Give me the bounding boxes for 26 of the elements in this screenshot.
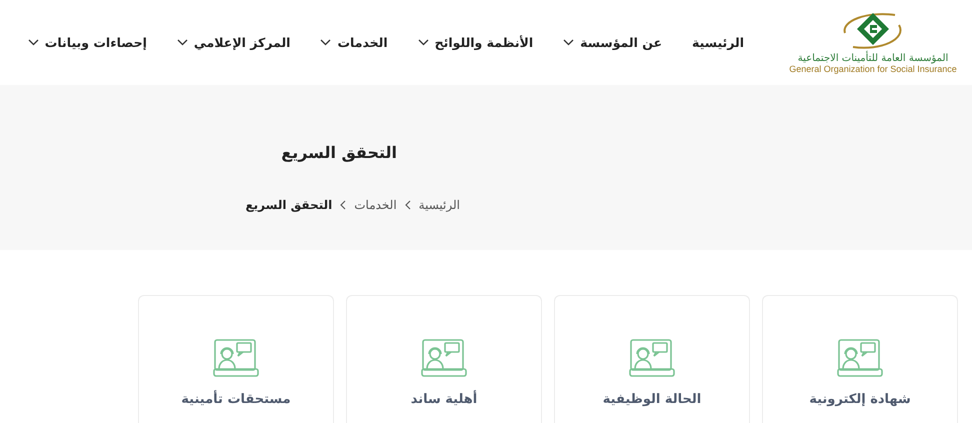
chevron-icon <box>404 200 411 210</box>
service-card[interactable]: شهادة إلكترونية <box>762 295 958 423</box>
nav-link[interactable]: المركز الإعلامي <box>176 35 290 50</box>
breadcrumb-link[interactable]: الرئيسية <box>418 198 460 212</box>
card-title: شهادة إلكترونية <box>809 392 911 407</box>
nav-link[interactable]: إحصاءات وبيانات <box>28 35 147 50</box>
service-card[interactable]: أهلية ساند <box>346 295 542 423</box>
logo-arabic-text: المؤسسة العامة للتأمينات الاجتماعية <box>798 53 948 64</box>
breadcrumb-link[interactable]: الخدمات <box>354 198 397 212</box>
logo-english-text: General Organization for Social Insurance <box>789 64 957 74</box>
nav-link[interactable]: الرئيسية <box>692 35 744 50</box>
support-agent-icon <box>629 338 675 378</box>
card-title: أهلية ساند <box>410 392 478 407</box>
service-card[interactable]: مستحقات تأمينية <box>138 295 334 423</box>
support-agent-icon <box>421 338 467 378</box>
page-title: التحقق السريع <box>281 143 397 162</box>
nav-link[interactable]: عن المؤسسة <box>563 35 662 50</box>
support-agent-icon <box>837 338 883 378</box>
chevron-icon <box>340 200 346 210</box>
card-title: الحالة الوظيفية <box>602 392 702 407</box>
nav-link[interactable]: الأنظمة واللوائح <box>418 35 534 50</box>
card-title: مستحقات تأمينية <box>181 392 291 407</box>
breadcrumb-link[interactable]: التحقق السريع <box>245 198 332 212</box>
nav-link[interactable]: الخدمات <box>320 35 388 50</box>
service-card[interactable]: الحالة الوظيفية <box>554 295 750 423</box>
support-agent-icon <box>213 338 259 378</box>
